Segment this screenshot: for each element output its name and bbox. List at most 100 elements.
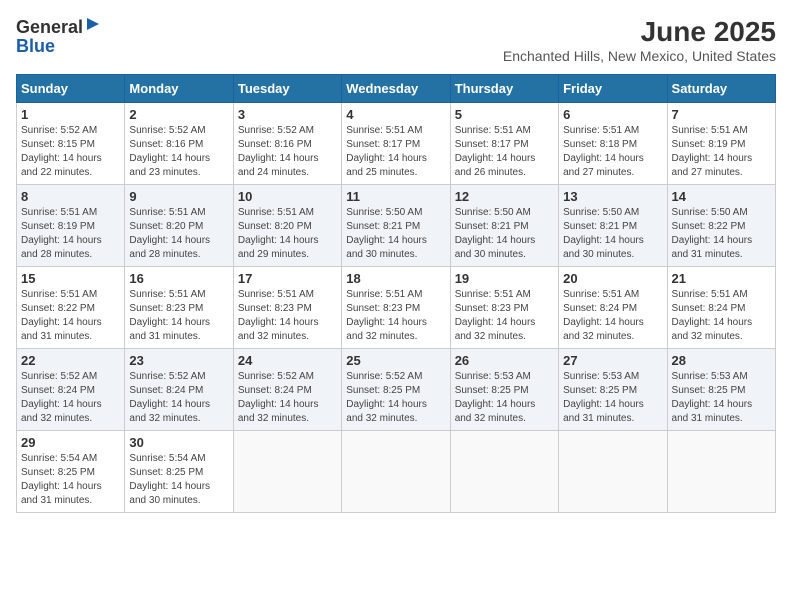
- day-info: Sunrise: 5:51 AMSunset: 8:23 PMDaylight:…: [455, 288, 554, 344]
- day-info: Sunrise: 5:54 AMSunset: 8:25 PMDaylight:…: [21, 452, 120, 508]
- calendar-cell: 26 Sunrise: 5:53 AMSunset: 8:25 PMDayligh…: [450, 349, 558, 431]
- day-number: 29: [21, 435, 120, 450]
- day-number: 12: [455, 189, 554, 204]
- day-number: 1: [21, 107, 120, 122]
- day-info: Sunrise: 5:51 AMSunset: 8:20 PMDaylight:…: [238, 206, 337, 262]
- calendar-cell: 15Sunrise: 5:51 AMSunset: 8:22 PMDayligh…: [17, 267, 125, 349]
- col-header-wednesday: Wednesday: [342, 75, 450, 103]
- location-title: Enchanted Hills, New Mexico, United Stat…: [503, 48, 776, 64]
- day-info: Sunrise: 5:51 AMSunset: 8:23 PMDaylight:…: [238, 288, 337, 344]
- day-info: Sunrise: 5:52 AMSunset: 8:16 PMDaylight:…: [129, 124, 228, 180]
- day-info: Sunrise: 5:52 AMSunset: 8:24 PMDaylight:…: [238, 370, 337, 426]
- calendar-cell: 13 Sunrise: 5:50 AMSunset: 8:21 PMDayligh…: [559, 185, 667, 267]
- calendar-cell: [559, 431, 667, 513]
- day-number: 3: [238, 107, 337, 122]
- calendar-cell: 12Sunrise: 5:50 AMSunset: 8:21 PMDayligh…: [450, 185, 558, 267]
- calendar-table: SundayMondayTuesdayWednesdayThursdayFrid…: [16, 74, 776, 513]
- calendar-cell: [667, 431, 775, 513]
- calendar-cell: 5Sunrise: 5:51 AMSunset: 8:17 PMDaylight…: [450, 103, 558, 185]
- day-info: Sunrise: 5:50 AMSunset: 8:21 PMDaylight:…: [563, 206, 662, 262]
- calendar-cell: 11 Sunrise: 5:50 AMSunset: 8:21 PMDayligh…: [342, 185, 450, 267]
- day-number: 21: [672, 271, 771, 286]
- col-header-thursday: Thursday: [450, 75, 558, 103]
- day-number: 6: [563, 107, 662, 122]
- day-number: 20: [563, 271, 662, 286]
- day-info: Sunrise: 5:52 AMSunset: 8:24 PMDaylight:…: [21, 370, 120, 426]
- day-number: 4: [346, 107, 445, 122]
- day-info: Sunrise: 5:53 AMSunset: 8:25 PMDaylight:…: [455, 370, 554, 426]
- calendar-cell: 2 Sunrise: 5:52 AMSunset: 8:16 PMDaylight…: [125, 103, 233, 185]
- day-info: Sunrise: 5:54 AMSunset: 8:25 PMDaylight:…: [129, 452, 228, 508]
- day-number: 16: [129, 271, 228, 286]
- calendar-week-row: 8 Sunrise: 5:51 AMSunset: 8:19 PMDaylight…: [17, 185, 776, 267]
- calendar-cell: 14 Sunrise: 5:50 AMSunset: 8:22 PMDayligh…: [667, 185, 775, 267]
- calendar-cell: 25 Sunrise: 5:52 AMSunset: 8:25 PMDayligh…: [342, 349, 450, 431]
- day-info: Sunrise: 5:51 AMSunset: 8:19 PMDaylight:…: [21, 206, 120, 262]
- col-header-friday: Friday: [559, 75, 667, 103]
- calendar-cell: 10 Sunrise: 5:51 AMSunset: 8:20 PMDayligh…: [233, 185, 341, 267]
- calendar-cell: [342, 431, 450, 513]
- day-info: Sunrise: 5:52 AMSunset: 8:25 PMDaylight:…: [346, 370, 445, 426]
- day-info: Sunrise: 5:51 AMSunset: 8:23 PMDaylight:…: [346, 288, 445, 344]
- page-header: General Blue June 2025 Enchanted Hills, …: [16, 16, 776, 64]
- day-number: 28: [672, 353, 771, 368]
- day-number: 23: [129, 353, 228, 368]
- day-info: Sunrise: 5:51 AMSunset: 8:23 PMDaylight:…: [129, 288, 228, 344]
- calendar-week-row: 29 Sunrise: 5:54 AMSunset: 8:25 PMDayligh…: [17, 431, 776, 513]
- calendar-week-row: 15Sunrise: 5:51 AMSunset: 8:22 PMDayligh…: [17, 267, 776, 349]
- day-info: Sunrise: 5:51 AMSunset: 8:22 PMDaylight:…: [21, 288, 120, 344]
- day-number: 7: [672, 107, 771, 122]
- calendar-cell: 29 Sunrise: 5:54 AMSunset: 8:25 PMDayligh…: [17, 431, 125, 513]
- day-number: 22: [21, 353, 120, 368]
- day-number: 5: [455, 107, 554, 122]
- day-number: 25: [346, 353, 445, 368]
- day-info: Sunrise: 5:51 AMSunset: 8:24 PMDaylight:…: [672, 288, 771, 344]
- calendar-cell: 27Sunrise: 5:53 AMSunset: 8:25 PMDayligh…: [559, 349, 667, 431]
- calendar-cell: 1 Sunrise: 5:52 AMSunset: 8:15 PMDaylight…: [17, 103, 125, 185]
- day-info: Sunrise: 5:52 AMSunset: 8:15 PMDaylight:…: [21, 124, 120, 180]
- day-number: 19: [455, 271, 554, 286]
- day-info: Sunrise: 5:51 AMSunset: 8:24 PMDaylight:…: [563, 288, 662, 344]
- col-header-sunday: Sunday: [17, 75, 125, 103]
- day-number: 9: [129, 189, 228, 204]
- day-number: 26: [455, 353, 554, 368]
- day-number: 11: [346, 189, 445, 204]
- day-info: Sunrise: 5:52 AMSunset: 8:16 PMDaylight:…: [238, 124, 337, 180]
- day-info: Sunrise: 5:53 AMSunset: 8:25 PMDaylight:…: [563, 370, 662, 426]
- day-number: 17: [238, 271, 337, 286]
- calendar-cell: 18Sunrise: 5:51 AMSunset: 8:23 PMDayligh…: [342, 267, 450, 349]
- logo-blue-text: Blue: [16, 37, 55, 55]
- calendar-cell: 8 Sunrise: 5:51 AMSunset: 8:19 PMDaylight…: [17, 185, 125, 267]
- calendar-cell: 19 Sunrise: 5:51 AMSunset: 8:23 PMDayligh…: [450, 267, 558, 349]
- calendar-cell: 16 Sunrise: 5:51 AMSunset: 8:23 PMDayligh…: [125, 267, 233, 349]
- col-header-tuesday: Tuesday: [233, 75, 341, 103]
- col-header-saturday: Saturday: [667, 75, 775, 103]
- day-info: Sunrise: 5:51 AMSunset: 8:17 PMDaylight:…: [346, 124, 445, 180]
- day-number: 2: [129, 107, 228, 122]
- day-number: 13: [563, 189, 662, 204]
- month-title: June 2025: [503, 16, 776, 48]
- day-number: 24: [238, 353, 337, 368]
- calendar-header-row: SundayMondayTuesdayWednesdayThursdayFrid…: [17, 75, 776, 103]
- day-info: Sunrise: 5:50 AMSunset: 8:21 PMDaylight:…: [346, 206, 445, 262]
- calendar-cell: 17 Sunrise: 5:51 AMSunset: 8:23 PMDayligh…: [233, 267, 341, 349]
- day-info: Sunrise: 5:52 AMSunset: 8:24 PMDaylight:…: [129, 370, 228, 426]
- day-number: 8: [21, 189, 120, 204]
- calendar-cell: 4 Sunrise: 5:51 AMSunset: 8:17 PMDaylight…: [342, 103, 450, 185]
- calendar-cell: 28 Sunrise: 5:53 AMSunset: 8:25 PMDayligh…: [667, 349, 775, 431]
- day-number: 10: [238, 189, 337, 204]
- day-number: 14: [672, 189, 771, 204]
- day-number: 30: [129, 435, 228, 450]
- calendar-cell: 6Sunrise: 5:51 AMSunset: 8:18 PMDaylight…: [559, 103, 667, 185]
- day-info: Sunrise: 5:51 AMSunset: 8:20 PMDaylight:…: [129, 206, 228, 262]
- day-info: Sunrise: 5:50 AMSunset: 8:22 PMDaylight:…: [672, 206, 771, 262]
- calendar-cell: 21 Sunrise: 5:51 AMSunset: 8:24 PMDayligh…: [667, 267, 775, 349]
- day-info: Sunrise: 5:53 AMSunset: 8:25 PMDaylight:…: [672, 370, 771, 426]
- calendar-cell: [450, 431, 558, 513]
- calendar-cell: 9 Sunrise: 5:51 AMSunset: 8:20 PMDaylight…: [125, 185, 233, 267]
- logo-arrow-icon: [85, 16, 101, 32]
- logo: General Blue: [16, 16, 101, 55]
- title-area: June 2025 Enchanted Hills, New Mexico, U…: [503, 16, 776, 64]
- day-info: Sunrise: 5:51 AMSunset: 8:19 PMDaylight:…: [672, 124, 771, 180]
- calendar-cell: 22 Sunrise: 5:52 AMSunset: 8:24 PMDayligh…: [17, 349, 125, 431]
